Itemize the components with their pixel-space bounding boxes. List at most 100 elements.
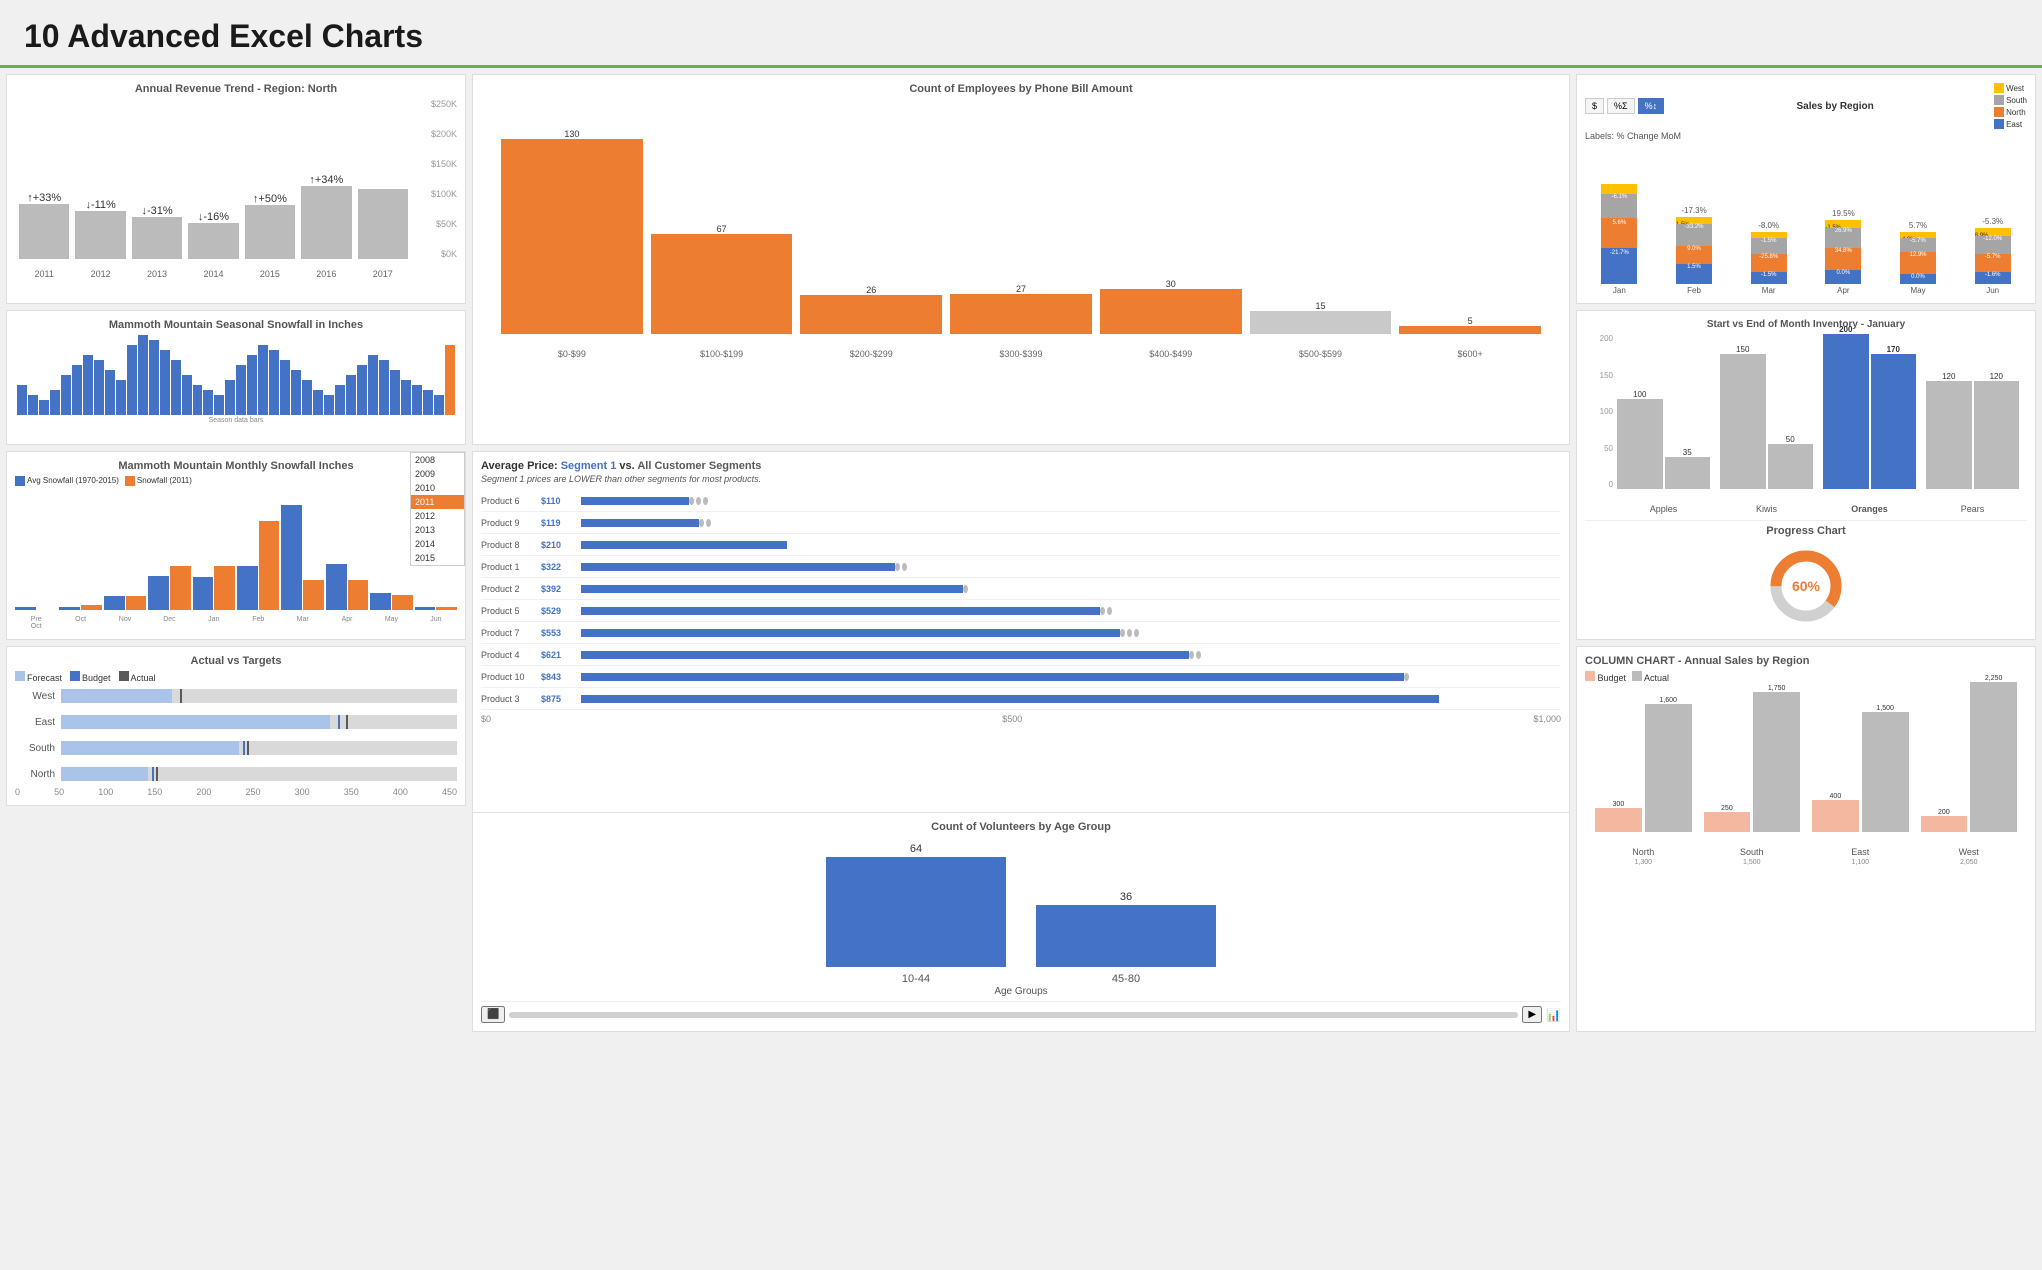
snowfall-seasonal-bars <box>15 335 457 415</box>
snowfall-monthly-chart: Mammoth Mountain Monthly Snowfall Inches… <box>6 451 466 640</box>
targets-rows: West East South <box>15 689 457 781</box>
page-title: 10 Advanced Excel Charts <box>24 18 2018 55</box>
revenue-y-axis: $250K $200K $150K $100K $50K $0K <box>417 99 457 259</box>
seasonal-bar-35 <box>401 380 411 415</box>
seasonal-bar-19 <box>225 380 235 415</box>
emp-bar-5: 15 <box>1250 301 1392 334</box>
seasonal-bar-1 <box>28 395 38 415</box>
btn-dollar[interactable]: $ <box>1585 98 1604 114</box>
inventory-chart: Start vs End of Month Inventory - Januar… <box>1576 310 2036 640</box>
bar-group-2016: ↑+34% <box>301 174 351 259</box>
price-row-p7: Product 7 $553 <box>481 622 1561 644</box>
monthly-bar-group-0 <box>15 607 57 610</box>
seasonal-bar-39 <box>445 345 455 415</box>
monthly-bar-group-4 <box>193 566 235 610</box>
vol-bar-1044: 64 <box>826 843 1006 967</box>
seasonal-bar-31 <box>357 365 367 415</box>
count-volunteers-title: Count of Volunteers by Age Group <box>481 821 1561 833</box>
vol-nav-prev[interactable]: ⬛ <box>481 1006 505 1023</box>
avg-price-title: Average Price: Segment 1 vs. All Custome… <box>481 460 1561 472</box>
seasonal-bar-37 <box>423 390 433 415</box>
annual-sales-bars: 300 1,600 250 <box>1595 687 2017 832</box>
seasonal-bar-36 <box>412 385 422 415</box>
monthly-inner-bars <box>15 490 457 610</box>
seasonal-bar-30 <box>346 375 356 415</box>
monthly-bar-group-7 <box>326 564 368 610</box>
avg-price-subtitle: Segment 1 prices are LOWER than other se… <box>481 474 1561 484</box>
annual-sales-chart: COLUMN CHART - Annual Sales by Region Bu… <box>1576 646 2036 1032</box>
ann-east: 400 1,500 <box>1812 705 1909 832</box>
price-row-p1: Product 1 $322 <box>481 556 1561 578</box>
emp-bar-2: 26 <box>800 285 942 334</box>
page-header: 10 Advanced Excel Charts <box>0 0 2042 68</box>
emp-bar-0: 130 <box>501 129 643 334</box>
count-volunteers-chart: Count of Volunteers by Age Group 64 36 1… <box>472 812 1570 1032</box>
monthly-bar-group-6 <box>281 505 323 610</box>
avg-price-x-axis: $0 $500 $1,000 <box>481 714 1561 724</box>
bar-group-2017 <box>358 189 408 259</box>
snowfall-seasonal-title: Mammoth Mountain Seasonal Snowfall in In… <box>15 319 457 331</box>
actual-targets-title: Actual vs Targets <box>15 655 457 667</box>
sales-region-header: $ %Σ %↕ Sales by Region West South North… <box>1585 83 2027 129</box>
bar-group-2013: ↓-31% <box>132 205 182 259</box>
stacked-may: 5.7% 0.0% 12.9% -5.7% -4.9% May <box>1884 221 1953 295</box>
targets-legend: Forecast Budget Actual <box>15 671 457 683</box>
revenue-bars: ↑+33% ↓-11% ↓-31% ↓-16% ↑+50% <box>15 99 412 259</box>
inv-pears: 120 120 <box>1926 372 2019 489</box>
annual-sales-x-labels: North South East West <box>1595 847 2017 857</box>
monthly-bar-group-9 <box>415 607 457 610</box>
annual-sales-chart-area: 300 1,600 250 <box>1585 687 2027 857</box>
ann-south: 250 1,750 <box>1704 685 1801 832</box>
monthly-legend: Avg Snowfall (1970-2015) Snowfall (2011) <box>15 476 457 486</box>
sales-region-title: Sales by Region <box>1796 101 1873 112</box>
ann-west: 200 2,250 <box>1921 675 2018 832</box>
vol-scrollbar[interactable] <box>509 1012 1518 1018</box>
annual-sales-sub-labels: 1,300 1,500 1,100 2,050 <box>1585 859 2027 866</box>
year-selector[interactable]: 2008 2009 2010 2011 2012 2013 2014 2015 <box>410 452 465 566</box>
stacked-apr: 19.5% 0.0% 34.8% 26.9% -1.5% Apr <box>1809 209 1878 295</box>
price-row-p5: Product 5 $529 <box>481 600 1561 622</box>
btn-pct-arrow[interactable]: %↕ <box>1638 98 1665 114</box>
volunteers-nav: ⬛ ▶ 📊 <box>481 1001 1561 1023</box>
emp-bar-3: 27 <box>950 284 1092 334</box>
volunteers-chart-area: 64 36 10-44 45-80 Age Groups <box>481 837 1561 997</box>
bar-group-2011: ↑+33% <box>19 192 69 259</box>
bar-group-2015: ↑+50% <box>245 193 295 259</box>
seasonal-bar-5 <box>72 365 82 415</box>
seasonal-bar-27 <box>313 390 323 415</box>
snowfall-seasonal-note: Season data bars <box>15 417 457 424</box>
inventory-bars: 100 35 150 <box>1617 334 2019 489</box>
seasonal-bar-33 <box>379 360 389 415</box>
stacked-feb: -17.3% 1.5% 9.0% -33.2% 1.5% Feb <box>1660 206 1729 295</box>
seasonal-bar-6 <box>83 355 93 415</box>
seasonal-bar-21 <box>247 355 257 415</box>
vol-nav-next[interactable]: ▶ <box>1522 1006 1542 1023</box>
seasonal-bar-9 <box>116 380 126 415</box>
stacked-bars-area: -21.7% 5.6% -6.1% Jan -17.3% 1.5% 9.0% -… <box>1585 145 2027 295</box>
seasonal-bar-16 <box>193 385 203 415</box>
employees-x-labels: $0-$99 $100-$199 $200-$299 $300-$399 $40… <box>501 349 1541 359</box>
ann-north: 300 1,600 <box>1595 697 1692 832</box>
seasonal-bar-29 <box>335 385 345 415</box>
inventory-chart-area: 200 150 100 50 0 100 35 <box>1585 334 2027 514</box>
seasonal-bar-26 <box>302 380 312 415</box>
monthly-bar-group-3 <box>148 566 190 610</box>
region-toolbar: $ %Σ %↕ <box>1585 98 1664 114</box>
monthly-chart-area: Pre OctOctNovDecJanFebMarAprMayJun 2008 … <box>15 490 457 630</box>
vol-chart-icon: 📊 <box>1546 1008 1561 1022</box>
seasonal-bar-3 <box>50 390 60 415</box>
btn-pct-sum[interactable]: %Σ <box>1607 98 1635 114</box>
emp-bar-4: 30 <box>1100 279 1242 334</box>
seasonal-bar-22 <box>258 345 268 415</box>
seasonal-bar-13 <box>160 350 170 415</box>
seasonal-bar-24 <box>280 360 290 415</box>
annual-revenue-chart: Annual Revenue Trend - Region: North $25… <box>6 74 466 304</box>
price-row-p10: Product 10 $843 <box>481 666 1561 688</box>
price-row-p3: Product 3 $875 <box>481 688 1561 710</box>
snowfall-monthly-title: Mammoth Mountain Monthly Snowfall Inches <box>15 460 457 472</box>
seasonal-bar-4 <box>61 375 71 415</box>
seasonal-bar-2 <box>39 400 49 415</box>
targets-row-north: North <box>15 767 457 781</box>
seasonal-bar-18 <box>214 395 224 415</box>
annual-revenue-title: Annual Revenue Trend - Region: North <box>15 83 457 95</box>
